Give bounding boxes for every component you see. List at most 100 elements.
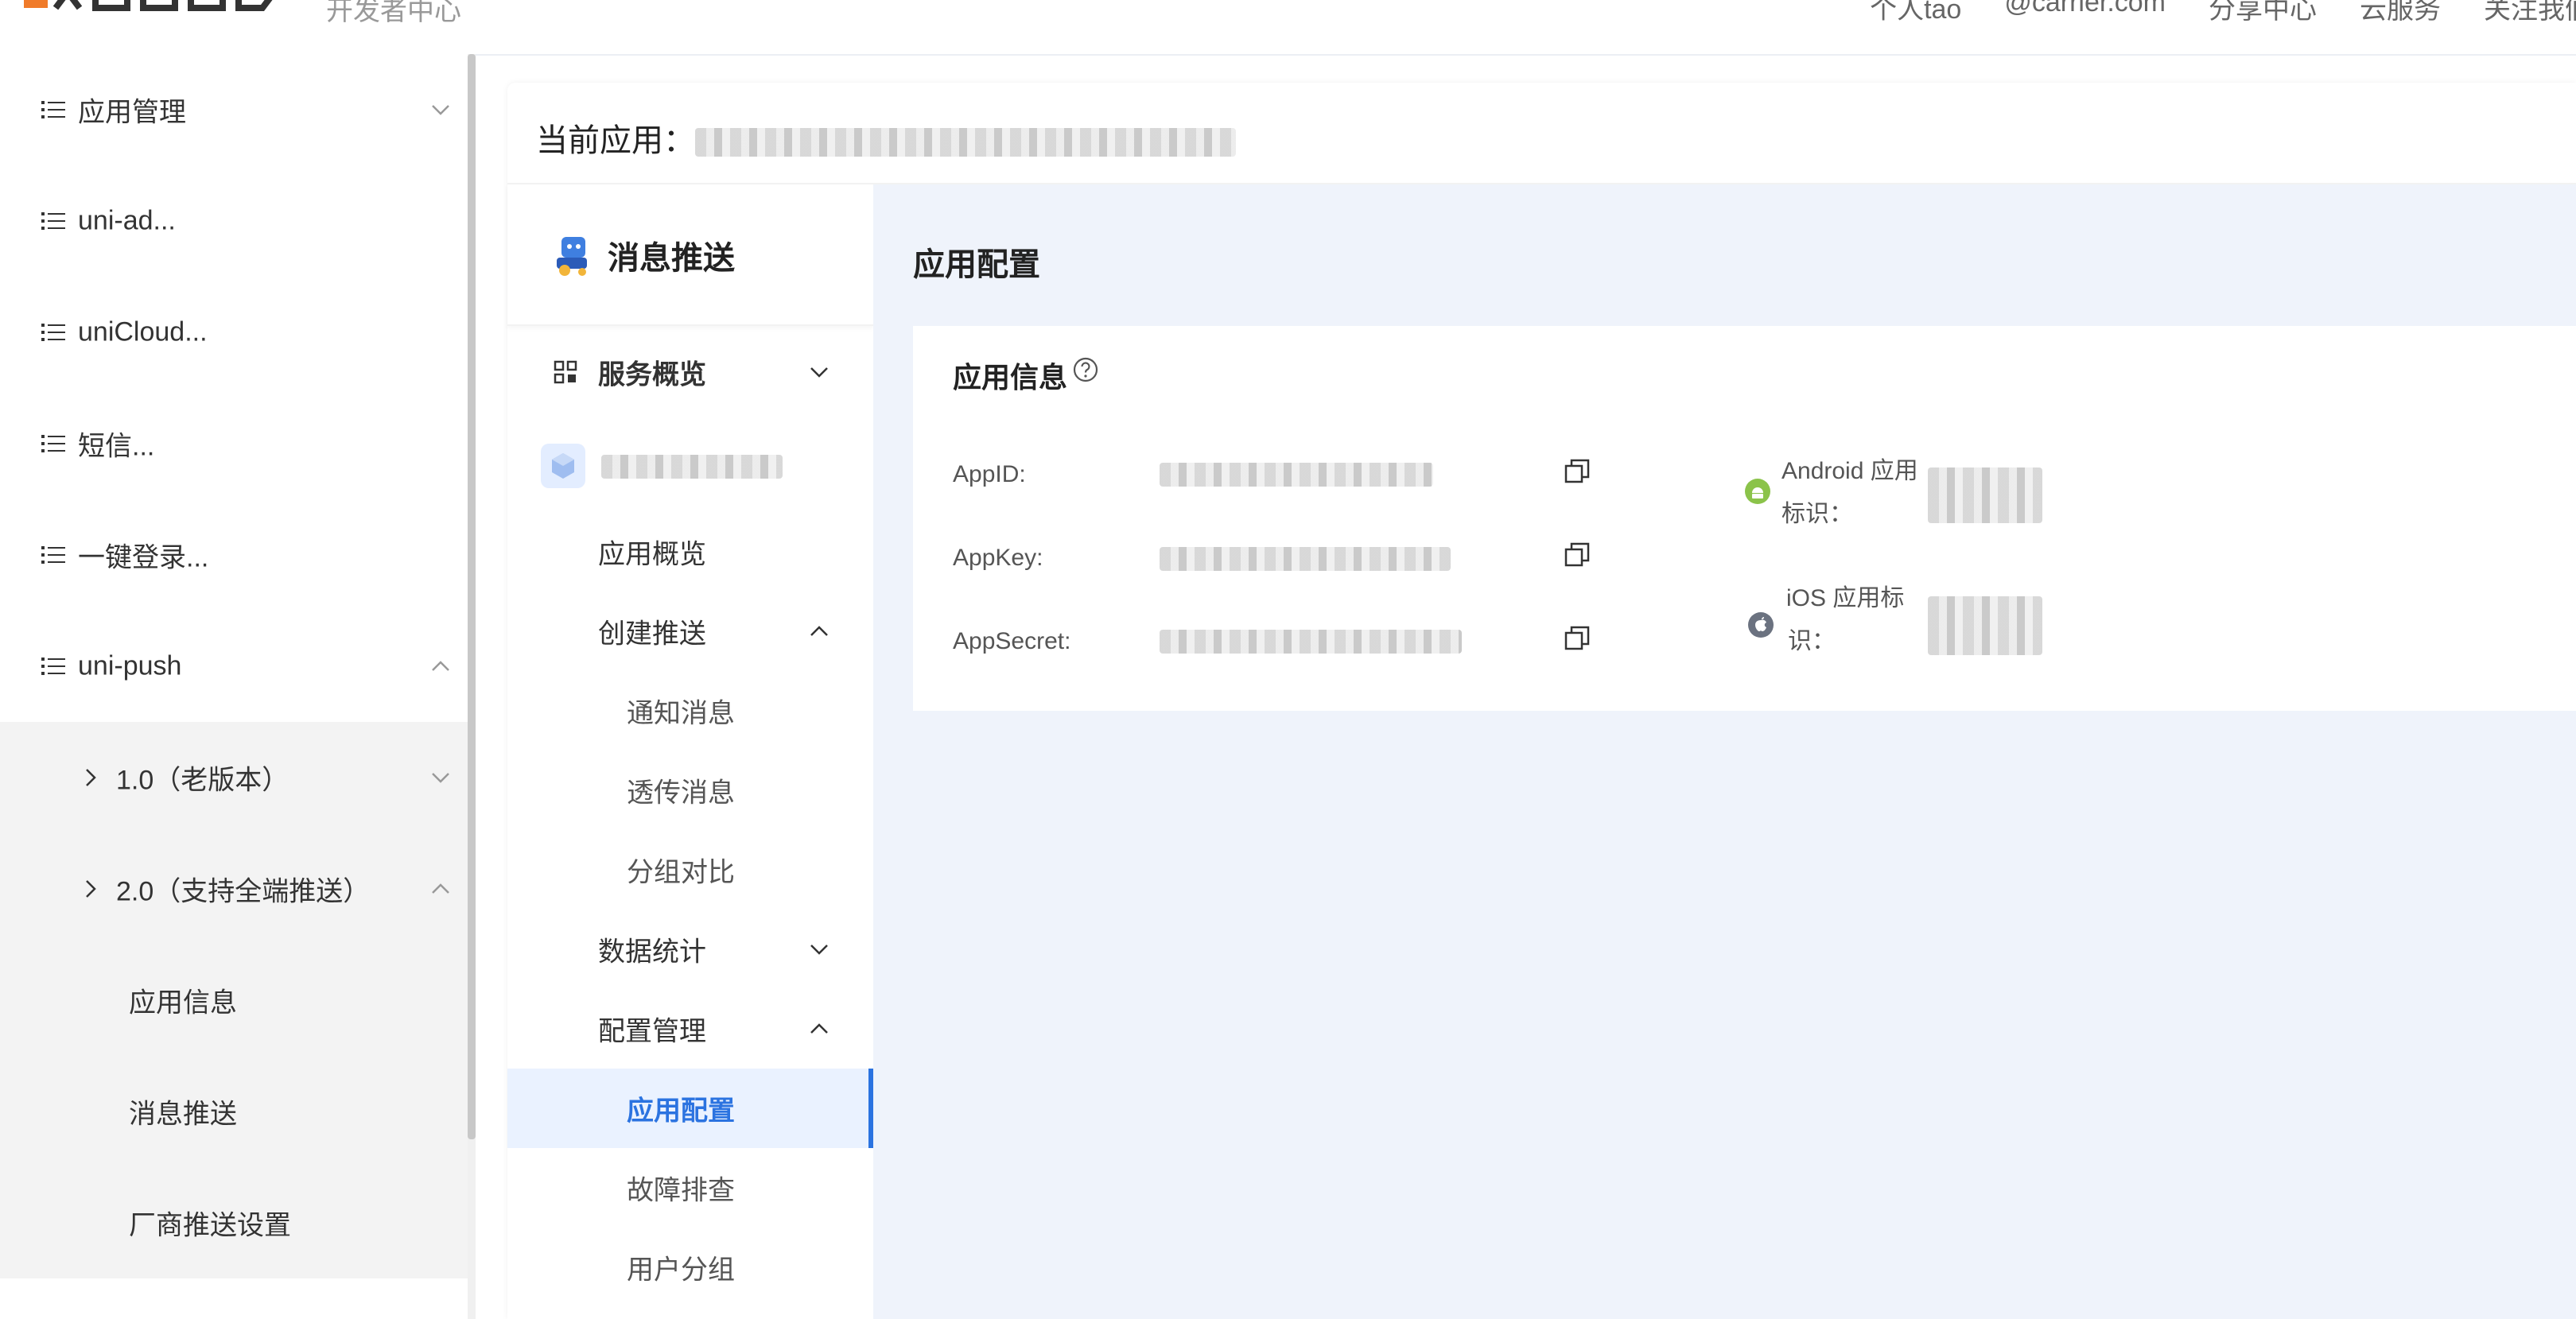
list-icon [41,324,65,341]
app-cube-icon [541,444,585,488]
left-sidebar: 应用管理 uni-ad... uniCloud... 短信... 一键登录...… [0,54,468,1319]
service-overview-toggle[interactable]: 服务概览 [507,324,873,420]
chevron-right-icon [86,880,96,898]
list-icon [41,435,65,452]
sidebar-leaf-message-push[interactable]: 消息推送 [0,1056,468,1167]
service-item-user-groups[interactable]: 用户分组 [507,1228,873,1307]
appsecret-label: AppSecret: [953,628,1071,654]
sidebar-item-uni-ad[interactable]: uni-ad... [0,165,468,277]
service-item-create-push[interactable]: 创建推送 [507,592,873,671]
grid-icon [554,360,577,384]
sidebar-subitem-label: 1.0（老版本） [116,765,289,796]
service-item-label: 分组对比 [627,857,735,888]
service-item-passthrough[interactable]: 透传消息 [507,751,873,830]
main-card: 当前应用： 消息推送 服务概览 应用概览 创建推送 通知消息 透传消息 分组对比… [507,83,2576,1319]
chevron-right-icon [86,769,96,786]
appid-value [1160,463,1433,487]
service-item-notification[interactable]: 通知消息 [507,671,873,751]
current-app-entry[interactable] [507,420,873,512]
sidebar-item-sms[interactable]: 短信... [0,388,468,499]
android-id-label-line1: Android 应用 [1781,458,1918,484]
sidebar-item-label: uni-push [78,650,182,681]
sidebar-subitem-label: 2.0（支持全端推送） [116,876,371,907]
top-nav: 个人tao @carrier.com 分享中心 云服务 关注我们 [1870,0,2576,26]
chevron-up-icon [432,661,449,671]
sidebar-scrollbar[interactable] [468,54,476,1319]
copy-icon[interactable] [1564,541,1591,568]
service-item-group-compare[interactable]: 分组对比 [507,830,873,910]
sidebar-leaf-vendor-push-settings[interactable]: 厂商推送设置 [0,1167,468,1278]
ios-id-value [1928,596,2042,655]
chevron-down-icon [810,945,828,955]
service-title: 消息推送 [608,241,735,276]
top-link-follow[interactable]: 关注我们 [2484,0,2576,26]
service-item-label: 故障排查 [627,1175,735,1206]
service-item-label: 应用配置 [627,1096,735,1127]
sidebar-scroll-thumb[interactable] [468,54,476,1139]
content-area: 应用配置 应用信息 AppID: AppKey: AppSecret: Andr… [873,184,2576,1319]
list-icon [41,212,65,230]
app-info-panel: 应用信息 AppID: AppKey: AppSecret: Android 应… [913,326,2576,711]
sidebar-leaf-app-info[interactable]: 应用信息 [0,945,468,1056]
top-link-share[interactable]: 分享中心 [2209,0,2317,26]
appkey-value [1160,547,1451,571]
copy-icon[interactable] [1564,458,1591,485]
sidebar-subitem-push-v2[interactable]: 2.0（支持全端推送） [0,833,468,945]
chevron-down-icon [810,367,828,378]
sidebar-leaf-label: 应用信息 [129,987,237,1018]
copy-icon[interactable] [1564,625,1591,652]
current-app-label: 当前应用： [536,123,695,158]
apple-icon [1748,612,1774,638]
current-app-name [601,455,783,479]
top-bar: 开发者中心 个人tao @carrier.com 分享中心 云服务 关注我们 [0,0,2576,56]
service-item-app-overview[interactable]: 应用概览 [507,512,873,592]
service-item-label: 应用概览 [598,539,706,570]
android-id-value [1928,467,2042,523]
chevron-down-icon [432,105,449,115]
sidebar-item-one-click-login[interactable]: 一键登录... [0,499,468,611]
service-item-config-management[interactable]: 配置管理 [507,989,873,1069]
sidebar-subitem-push-v1[interactable]: 1.0（老版本） [0,722,468,833]
sidebar-item-app-management[interactable]: 应用管理 [0,54,468,165]
service-item-label: 创建推送 [598,619,706,650]
top-link-email[interactable]: @carrier.com [2004,0,2166,26]
sidebar-leaf-label: 厂商推送设置 [129,1210,291,1241]
android-id-label-line2: 标识： [1781,501,1853,527]
portal-subtitle: 开发者中心 [326,0,461,26]
service-overview-label: 服务概览 [598,359,706,390]
appkey-label: AppKey: [953,545,1043,571]
chevron-up-icon [810,626,828,636]
sidebar-item-unicloud[interactable]: uniCloud... [0,277,468,388]
ios-id-label-line1: iOS 应用标 [1786,585,1905,611]
chevron-up-icon [432,883,449,894]
panel-title: 应用信息 [953,361,1068,394]
top-link-user[interactable]: 个人tao [1870,0,1961,26]
service-menu: 消息推送 服务概览 应用概览 创建推送 通知消息 透传消息 分组对比 数据统计 … [507,184,873,1319]
current-app-selector[interactable] [695,128,1236,157]
service-item-label: 配置管理 [598,1016,706,1047]
ios-id-label: iOS 应用标 识： [1786,577,1904,663]
android-id-label: Android 应用 标识： [1781,450,1918,536]
service-item-label: 数据统计 [598,937,706,968]
appid-label: AppID: [953,461,1026,487]
list-icon [41,658,65,675]
push-service-logo-icon [557,237,587,276]
page-title: 应用配置 [913,247,1040,282]
sidebar-item-label: uni-ad... [78,205,176,236]
current-app-header: 当前应用： [536,114,1236,161]
service-item-troubleshoot[interactable]: 故障排查 [507,1148,873,1228]
help-icon[interactable] [1072,356,1099,383]
sidebar-item-label: 应用管理 [78,97,186,128]
service-item-statistics[interactable]: 数据统计 [507,910,873,989]
service-item-label: 通知消息 [627,698,735,729]
service-item-label: 用户分组 [627,1255,735,1286]
sidebar-item-uni-push[interactable]: uni-push [0,611,468,722]
appsecret-value [1160,630,1462,654]
dcloud-logo[interactable] [24,0,310,16]
service-item-app-config[interactable]: 应用配置 [507,1069,873,1148]
top-link-cloud[interactable]: 云服务 [2360,0,2441,26]
ios-id-label-line2: 识： [1788,628,1836,654]
service-menu-header: 消息推送 [507,184,873,326]
sidebar-item-label: uniCloud... [78,316,208,347]
service-item-label: 透传消息 [627,778,735,809]
